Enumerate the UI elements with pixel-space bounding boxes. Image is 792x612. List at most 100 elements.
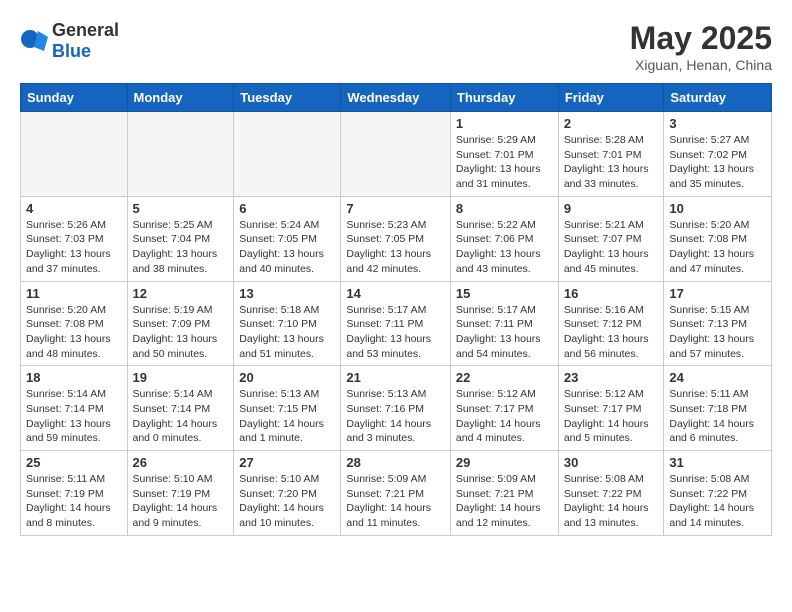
- day-number: 30: [564, 455, 659, 470]
- day-number: 2: [564, 116, 659, 131]
- day-cell: [341, 112, 451, 197]
- day-info: Sunrise: 5:17 AMSunset: 7:11 PMDaylight:…: [346, 303, 445, 362]
- weekday-header-monday: Monday: [127, 84, 234, 112]
- weekday-header-wednesday: Wednesday: [341, 84, 451, 112]
- day-info: Sunrise: 5:12 AMSunset: 7:17 PMDaylight:…: [564, 387, 659, 446]
- day-info: Sunrise: 5:18 AMSunset: 7:10 PMDaylight:…: [239, 303, 335, 362]
- day-number: 17: [669, 286, 766, 301]
- day-info: Sunrise: 5:26 AMSunset: 7:03 PMDaylight:…: [26, 218, 122, 277]
- day-cell: [234, 112, 341, 197]
- day-info: Sunrise: 5:08 AMSunset: 7:22 PMDaylight:…: [564, 472, 659, 531]
- day-cell: 23Sunrise: 5:12 AMSunset: 7:17 PMDayligh…: [558, 366, 664, 451]
- week-row-3: 11 Sunrise: 5:20 AMSunset: 7:08 PMDayligh…: [21, 281, 772, 366]
- day-info: Sunrise: 5:24 AMSunset: 7:05 PMDaylight:…: [239, 218, 335, 277]
- day-cell: 4 Sunrise: 5:26 AMSunset: 7:03 PMDaylight…: [21, 196, 128, 281]
- day-cell: 27 Sunrise: 5:10 AMSunset: 7:20 PMDayligh…: [234, 451, 341, 536]
- page-header: General Blue May 2025 Xiguan, Henan, Chi…: [20, 20, 772, 73]
- day-cell: 7Sunrise: 5:23 AMSunset: 7:05 PMDaylight…: [341, 196, 451, 281]
- day-cell: 21 Sunrise: 5:13 AMSunset: 7:16 PMDayligh…: [341, 366, 451, 451]
- day-info: Sunrise: 5:25 AMSunset: 7:04 PMDaylight:…: [133, 218, 229, 277]
- day-info: Sunrise: 5:20 AMSunset: 7:08 PMDaylight:…: [669, 218, 766, 277]
- week-row-5: 25Sunrise: 5:11 AMSunset: 7:19 PMDayligh…: [21, 451, 772, 536]
- day-cell: 8 Sunrise: 5:22 AMSunset: 7:06 PMDaylight…: [450, 196, 558, 281]
- logo-text: General Blue: [52, 20, 119, 62]
- weekday-header-friday: Friday: [558, 84, 664, 112]
- day-number: 21: [346, 370, 445, 385]
- day-cell: 24 Sunrise: 5:11 AMSunset: 7:18 PMDayligh…: [664, 366, 772, 451]
- day-number: 19: [133, 370, 229, 385]
- logo: General Blue: [20, 20, 119, 62]
- day-info: Sunrise: 5:20 AMSunset: 7:08 PMDaylight:…: [26, 303, 122, 362]
- day-info: Sunrise: 5:14 AMSunset: 7:14 PMDaylight:…: [26, 387, 122, 446]
- day-cell: 31 Sunrise: 5:08 AMSunset: 7:22 PMDayligh…: [664, 451, 772, 536]
- logo-blue: Blue: [52, 41, 91, 61]
- week-row-4: 18 Sunrise: 5:14 AMSunset: 7:14 PMDayligh…: [21, 366, 772, 451]
- day-info: Sunrise: 5:29 AMSunset: 7:01 PMDaylight:…: [456, 133, 553, 192]
- day-cell: 29Sunrise: 5:09 AMSunset: 7:21 PMDayligh…: [450, 451, 558, 536]
- day-cell: 1 Sunrise: 5:29 AMSunset: 7:01 PMDaylight…: [450, 112, 558, 197]
- day-number: 11: [26, 286, 122, 301]
- day-cell: [21, 112, 128, 197]
- day-number: 4: [26, 201, 122, 216]
- weekday-header-row: SundayMondayTuesdayWednesdayThursdayFrid…: [21, 84, 772, 112]
- day-number: 20: [239, 370, 335, 385]
- location: Xiguan, Henan, China: [630, 57, 772, 73]
- day-cell: 10Sunrise: 5:20 AMSunset: 7:08 PMDayligh…: [664, 196, 772, 281]
- day-info: Sunrise: 5:17 AMSunset: 7:11 PMDaylight:…: [456, 303, 553, 362]
- day-number: 6: [239, 201, 335, 216]
- day-cell: 11 Sunrise: 5:20 AMSunset: 7:08 PMDayligh…: [21, 281, 128, 366]
- day-cell: 26 Sunrise: 5:10 AMSunset: 7:19 PMDayligh…: [127, 451, 234, 536]
- logo-general: General: [52, 20, 119, 40]
- day-info: Sunrise: 5:11 AMSunset: 7:19 PMDaylight:…: [26, 472, 122, 531]
- day-number: 31: [669, 455, 766, 470]
- day-number: 1: [456, 116, 553, 131]
- day-cell: 22Sunrise: 5:12 AMSunset: 7:17 PMDayligh…: [450, 366, 558, 451]
- day-info: Sunrise: 5:08 AMSunset: 7:22 PMDaylight:…: [669, 472, 766, 531]
- day-number: 5: [133, 201, 229, 216]
- day-info: Sunrise: 5:11 AMSunset: 7:18 PMDaylight:…: [669, 387, 766, 446]
- day-info: Sunrise: 5:27 AMSunset: 7:02 PMDaylight:…: [669, 133, 766, 192]
- day-info: Sunrise: 5:10 AMSunset: 7:19 PMDaylight:…: [133, 472, 229, 531]
- calendar: SundayMondayTuesdayWednesdayThursdayFrid…: [20, 83, 772, 536]
- day-number: 16: [564, 286, 659, 301]
- day-cell: 9Sunrise: 5:21 AMSunset: 7:07 PMDaylight…: [558, 196, 664, 281]
- day-number: 26: [133, 455, 229, 470]
- day-info: Sunrise: 5:13 AMSunset: 7:16 PMDaylight:…: [346, 387, 445, 446]
- day-cell: 16 Sunrise: 5:16 AMSunset: 7:12 PMDayligh…: [558, 281, 664, 366]
- day-info: Sunrise: 5:22 AMSunset: 7:06 PMDaylight:…: [456, 218, 553, 277]
- day-number: 8: [456, 201, 553, 216]
- day-cell: [127, 112, 234, 197]
- day-info: Sunrise: 5:23 AMSunset: 7:05 PMDaylight:…: [346, 218, 445, 277]
- day-number: 18: [26, 370, 122, 385]
- day-info: Sunrise: 5:10 AMSunset: 7:20 PMDaylight:…: [239, 472, 335, 531]
- day-number: 13: [239, 286, 335, 301]
- week-row-1: 1 Sunrise: 5:29 AMSunset: 7:01 PMDaylight…: [21, 112, 772, 197]
- title-block: May 2025 Xiguan, Henan, China: [630, 20, 772, 73]
- day-info: Sunrise: 5:15 AMSunset: 7:13 PMDaylight:…: [669, 303, 766, 362]
- day-number: 27: [239, 455, 335, 470]
- day-info: Sunrise: 5:09 AMSunset: 7:21 PMDaylight:…: [346, 472, 445, 531]
- day-number: 29: [456, 455, 553, 470]
- day-number: 24: [669, 370, 766, 385]
- day-cell: 28Sunrise: 5:09 AMSunset: 7:21 PMDayligh…: [341, 451, 451, 536]
- weekday-header-thursday: Thursday: [450, 84, 558, 112]
- day-number: 9: [564, 201, 659, 216]
- weekday-header-sunday: Sunday: [21, 84, 128, 112]
- day-cell: 19Sunrise: 5:14 AMSunset: 7:14 PMDayligh…: [127, 366, 234, 451]
- weekday-header-tuesday: Tuesday: [234, 84, 341, 112]
- day-info: Sunrise: 5:16 AMSunset: 7:12 PMDaylight:…: [564, 303, 659, 362]
- day-info: Sunrise: 5:28 AMSunset: 7:01 PMDaylight:…: [564, 133, 659, 192]
- day-number: 15: [456, 286, 553, 301]
- day-cell: 15 Sunrise: 5:17 AMSunset: 7:11 PMDayligh…: [450, 281, 558, 366]
- day-cell: 14 Sunrise: 5:17 AMSunset: 7:11 PMDayligh…: [341, 281, 451, 366]
- day-cell: 12Sunrise: 5:19 AMSunset: 7:09 PMDayligh…: [127, 281, 234, 366]
- day-cell: 30 Sunrise: 5:08 AMSunset: 7:22 PMDayligh…: [558, 451, 664, 536]
- day-number: 22: [456, 370, 553, 385]
- day-cell: 13 Sunrise: 5:18 AMSunset: 7:10 PMDayligh…: [234, 281, 341, 366]
- day-number: 14: [346, 286, 445, 301]
- day-cell: 6 Sunrise: 5:24 AMSunset: 7:05 PMDaylight…: [234, 196, 341, 281]
- logo-icon: [20, 27, 48, 55]
- day-cell: 25Sunrise: 5:11 AMSunset: 7:19 PMDayligh…: [21, 451, 128, 536]
- day-info: Sunrise: 5:19 AMSunset: 7:09 PMDaylight:…: [133, 303, 229, 362]
- day-cell: 2 Sunrise: 5:28 AMSunset: 7:01 PMDaylight…: [558, 112, 664, 197]
